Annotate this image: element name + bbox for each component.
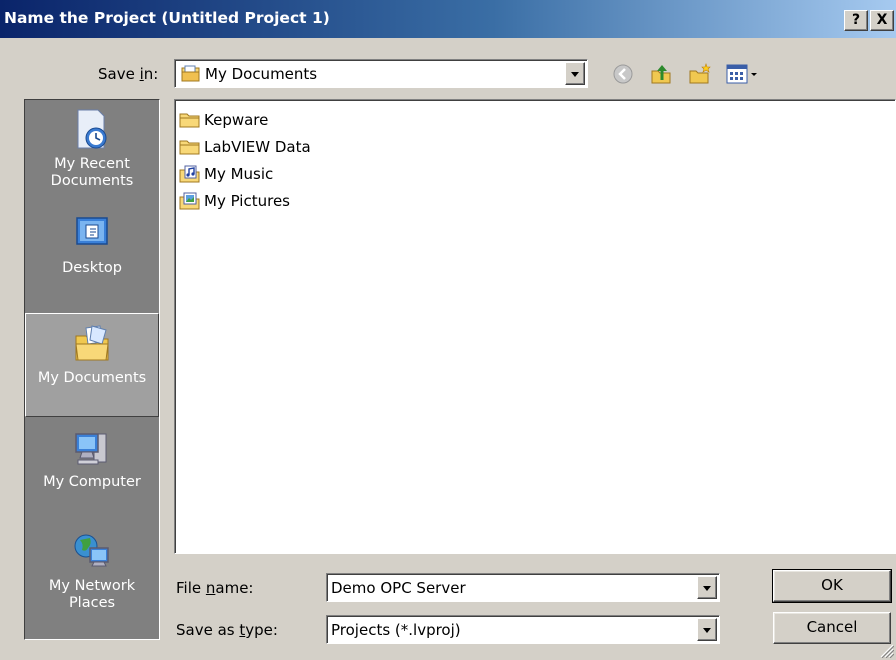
my-documents-small-icon	[181, 65, 200, 82]
music-folder-icon	[179, 165, 200, 183]
list-item[interactable]: LabVIEW Data	[179, 136, 311, 158]
save-as-type-label: Save as type:	[176, 621, 278, 639]
view-menu-icon[interactable]	[726, 62, 760, 86]
file-name: My Music	[204, 165, 274, 183]
place-label-line1: My Documents	[37, 370, 147, 386]
pictures-folder-icon	[179, 192, 200, 210]
new-folder-icon[interactable]	[688, 62, 712, 86]
place-label-line2: Places	[68, 595, 116, 611]
save-in-dropdown[interactable]: My Documents	[174, 59, 588, 88]
close-button[interactable]: X	[870, 10, 894, 31]
file-name: My Pictures	[204, 192, 290, 210]
place-my-network-places[interactable]: My Network Places	[25, 522, 159, 626]
place-label-line1: My Recent	[54, 156, 130, 172]
back-icon[interactable]	[612, 62, 634, 86]
place-label-line2: Documents	[50, 173, 134, 189]
network-places-icon	[74, 534, 109, 567]
recent-documents-icon	[77, 109, 107, 149]
save-in-dropdown-arrow[interactable]	[565, 62, 585, 85]
file-name-input[interactable]: Demo OPC Server	[326, 573, 720, 602]
window-title: Name the Project (Untitled Project 1)	[4, 9, 330, 27]
up-one-level-icon[interactable]	[650, 62, 672, 86]
save-as-type-dropdown[interactable]: Projects (*.lvproj)	[326, 615, 720, 644]
ok-button[interactable]: OK	[772, 569, 892, 603]
resize-grip-icon[interactable]	[880, 644, 894, 658]
save-in-label: Save in:	[98, 65, 159, 83]
file-list[interactable]: Kepware LabVIEW Data My Music My Picture…	[174, 99, 896, 554]
file-name-label: File name:	[176, 579, 254, 597]
save-in-value: My Documents	[205, 65, 318, 83]
save-as-type-dropdown-arrow[interactable]	[697, 618, 717, 641]
place-my-documents[interactable]: My Documents	[25, 313, 159, 417]
save-as-type-value: Projects (*.lvproj)	[331, 621, 461, 639]
place-my-computer[interactable]: My Computer	[25, 418, 159, 522]
file-name-dropdown-arrow[interactable]	[697, 576, 717, 599]
help-button[interactable]: ?	[844, 10, 868, 31]
list-item[interactable]: My Pictures	[179, 190, 290, 212]
places-bar: My Recent Documents Desktop My Documents	[24, 99, 160, 640]
folder-icon	[179, 140, 200, 155]
cancel-button[interactable]: Cancel	[773, 612, 891, 644]
file-name: Kepware	[204, 111, 269, 129]
place-my-recent-documents[interactable]: My Recent Documents	[25, 100, 159, 204]
place-label-line1: My Computer	[43, 474, 141, 490]
place-desktop[interactable]: Desktop	[25, 204, 159, 308]
file-name-value: Demo OPC Server	[331, 579, 466, 597]
desktop-icon	[76, 217, 108, 245]
save-dialog: Name the Project (Untitled Project 1) ? …	[0, 0, 896, 660]
place-label-line1: Desktop	[62, 260, 122, 276]
my-computer-icon	[75, 433, 107, 465]
list-item[interactable]: My Music	[179, 163, 273, 185]
place-label-line1: My Network	[48, 578, 136, 594]
my-documents-icon	[75, 325, 109, 361]
list-item[interactable]: Kepware	[179, 109, 268, 131]
title-bar[interactable]: Name the Project (Untitled Project 1) ? …	[0, 0, 896, 38]
folder-icon	[179, 113, 200, 128]
file-name: LabVIEW Data	[204, 138, 311, 156]
